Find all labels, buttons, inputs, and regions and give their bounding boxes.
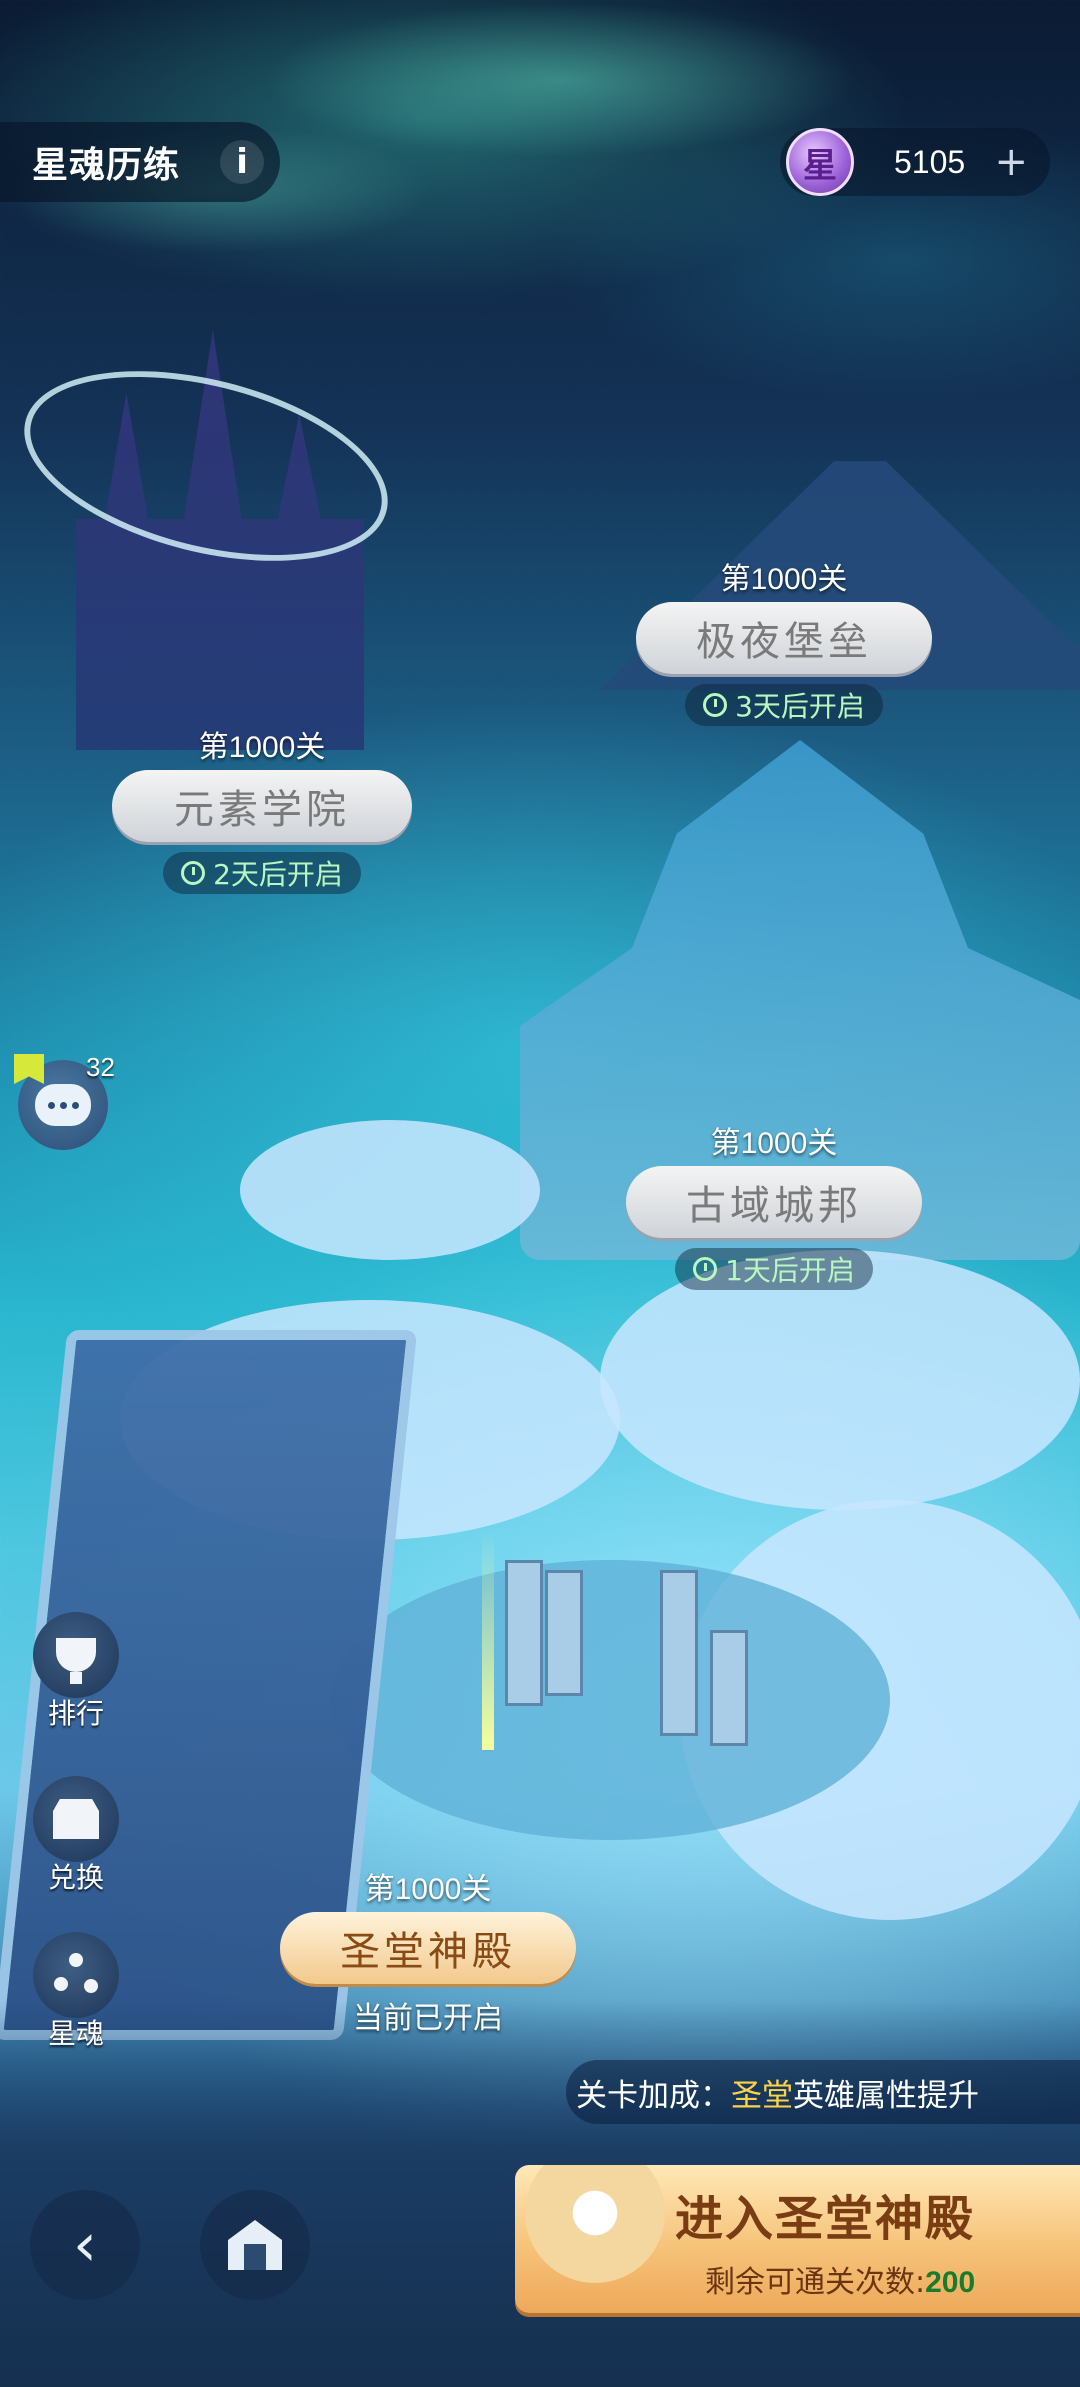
exchange-label: 兑换 — [47, 1861, 104, 1894]
bonus-prefix: 关卡加成： — [576, 2077, 731, 2114]
home-button[interactable] — [200, 2190, 310, 2300]
remaining-clears: 剩余可通关次数:200 — [705, 2257, 975, 2301]
stage-open-status: 当前已开启 — [353, 2001, 503, 2036]
stage-ancient-city-state[interactable]: 第1000关 古域城邦 1天后开启 — [626, 1118, 922, 1290]
info-icon[interactable]: i — [220, 140, 265, 184]
remaining-label: 剩余可通关次数: — [705, 2265, 926, 2300]
temple-pillar — [545, 1570, 583, 1696]
stage-level: 第1000关 — [720, 563, 848, 596]
star-soul-button[interactable]: 星魂 — [28, 1932, 124, 2052]
stage-polar-night-fortress[interactable]: 第1000关 极夜堡垒 3天后开启 — [636, 554, 932, 726]
ranking-label: 排行 — [47, 1697, 104, 1730]
stage-countdown: 3天后开启 — [685, 684, 883, 726]
chat-icon — [35, 1084, 91, 1126]
stage-bonus-banner: 关卡加成： 圣堂 英雄属性提升 — [566, 2060, 1080, 2124]
stage-level: 第1000关 — [198, 731, 326, 764]
exchange-button[interactable]: 兑换 — [28, 1776, 124, 1896]
bonus-suffix: 英雄属性提升 — [793, 2077, 979, 2114]
clock-icon — [181, 861, 206, 885]
enter-sanctuary-button[interactable]: 进入圣堂神殿 剩余可通关次数:200 — [515, 2165, 1080, 2313]
page-title: 星魂历练 — [32, 145, 181, 186]
stage-level: 第1000关 — [364, 1873, 492, 1906]
cloud — [240, 1120, 540, 1260]
page-title-bar: 星魂历练 i — [0, 122, 280, 202]
stage-countdown: 1天后开启 — [675, 1248, 873, 1290]
stage-name-plaque[interactable]: 极夜堡垒 — [636, 602, 932, 674]
stage-level: 第1000关 — [710, 1127, 838, 1160]
back-button[interactable]: ‹ — [30, 2190, 140, 2300]
temple-pillar — [505, 1560, 543, 1706]
star-currency-display: 星 5105 + — [780, 128, 1050, 196]
light-beam — [482, 1530, 494, 1750]
stage-sanctuary-temple[interactable]: 第1000关 圣堂神殿 当前已开启 — [280, 1864, 576, 2036]
hero-silhouette-icon — [525, 2165, 665, 2283]
countdown-text: 3天后开启 — [735, 690, 865, 723]
add-currency-button[interactable]: + — [994, 139, 1028, 185]
temple-pillar — [660, 1570, 698, 1736]
countdown-text: 1天后开启 — [725, 1254, 855, 1287]
enter-button-title: 进入圣堂神殿 — [675, 2191, 976, 2247]
temple-pillar — [710, 1630, 748, 1746]
star-soul-label: 星魂 — [47, 2017, 104, 2050]
stage-name-plaque[interactable]: 古域城邦 — [626, 1166, 922, 1238]
ranking-button[interactable]: 排行 — [28, 1612, 124, 1732]
clock-icon — [703, 693, 728, 717]
home-icon — [228, 2220, 282, 2270]
stage-elemental-academy[interactable]: 第1000关 元素学院 2天后开启 — [112, 722, 412, 894]
star-soul-icon — [54, 1953, 98, 1997]
star-currency-value: 5105 — [894, 143, 966, 180]
stage-name-plaque[interactable]: 元素学院 — [112, 770, 412, 842]
countdown-text: 2天后开启 — [213, 858, 343, 891]
remaining-count: 200 — [925, 2266, 976, 2299]
stage-name-plaque[interactable]: 圣堂神殿 — [280, 1912, 576, 1984]
bonus-highlight: 圣堂 — [731, 2077, 793, 2114]
stage-countdown: 2天后开启 — [163, 852, 361, 894]
clock-icon — [693, 1257, 718, 1281]
chat-badge-count: 32 — [86, 1052, 115, 1082]
trophy-icon — [56, 1638, 96, 1684]
star-currency-icon: 星 — [786, 128, 854, 196]
sanctuary-temple-base — [330, 1560, 890, 1840]
back-arrow-icon: ‹ — [73, 2210, 97, 2280]
shop-icon — [53, 1799, 99, 1839]
